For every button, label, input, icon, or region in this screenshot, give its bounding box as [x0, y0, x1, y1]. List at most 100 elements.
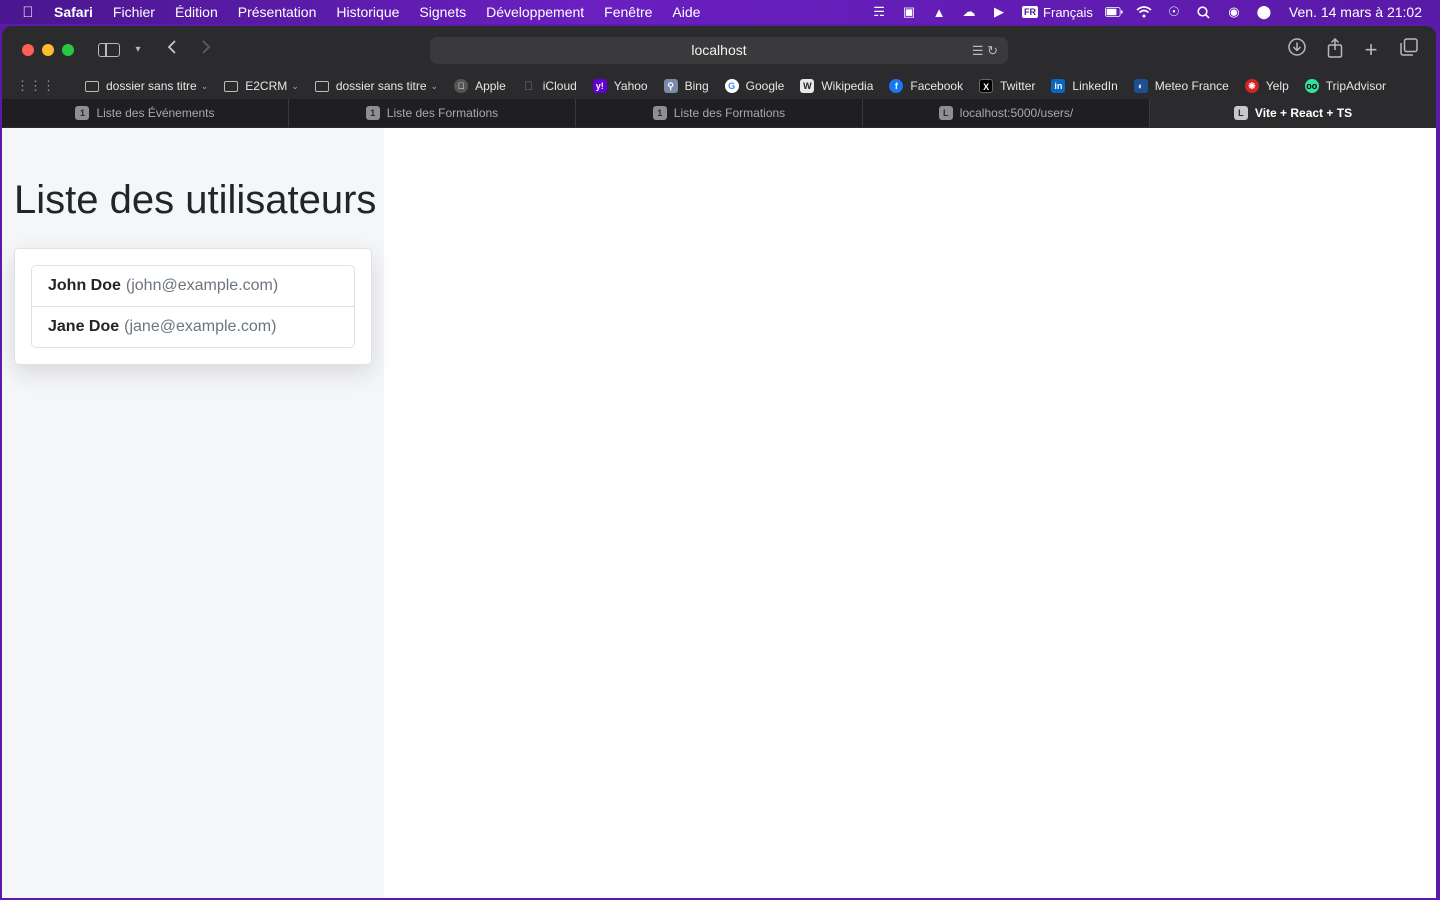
sidebar-toggle-icon[interactable] — [98, 43, 120, 57]
elephant-app-icon[interactable]: ▲ — [930, 5, 948, 20]
battery-icon[interactable] — [1104, 5, 1123, 19]
user-email: (john@example.com) — [125, 277, 279, 294]
address-bar-actions: ☰ ↻ — [972, 37, 998, 64]
facebook-icon: f — [889, 79, 904, 93]
bookmark-label: Twitter — [1000, 79, 1036, 93]
reload-icon[interactable]: ↻ — [987, 43, 998, 58]
notification-icon[interactable]: ▣ — [900, 4, 918, 19]
bookmark-bing[interactable]: ⚲ Bing — [663, 79, 709, 93]
wifi-icon[interactable] — [1135, 5, 1153, 19]
user-account-icon[interactable]: ☉ — [1165, 4, 1183, 19]
yahoo-icon: y! — [592, 79, 607, 93]
bookmark-folder[interactable]: dossier sans titre ⌄ — [85, 79, 208, 93]
bookmark-label: Yelp — [1265, 79, 1289, 93]
bookmark-twitter[interactable]: X Twitter — [979, 79, 1035, 93]
control-center-icon[interactable]: ◉ — [1225, 4, 1243, 19]
user-list-item: Jane Doe (jane@example.com) — [32, 306, 354, 347]
tab-liste-formations-2[interactable]: 1 Liste des Formations — [576, 99, 863, 127]
downloads-icon[interactable] — [1286, 38, 1308, 62]
favorites-bar: ⋮⋮⋮ dossier sans titre ⌄ E2CRM ⌄ dossier… — [2, 74, 1436, 98]
tab-favicon: L — [938, 106, 953, 120]
tripadvisor-icon: oo — [1304, 79, 1319, 93]
bookmark-yelp[interactable]: ❋ Yelp — [1244, 79, 1289, 93]
bookmark-label: Facebook — [910, 79, 964, 93]
menu-presentation[interactable]: Présentation — [238, 4, 317, 20]
user-name: Jane Doe — [48, 318, 120, 335]
translate-icon[interactable]: ☰ — [972, 43, 984, 58]
yelp-icon: ❋ — [1244, 79, 1259, 93]
back-button[interactable] — [162, 38, 182, 62]
menu-fenetre[interactable]: Fenêtre — [604, 4, 652, 20]
tab-favicon: 1 — [75, 106, 90, 120]
cloud-icon[interactable]: ☁ — [960, 4, 978, 19]
apple-icon:  — [454, 79, 469, 93]
forward-button[interactable] — [196, 38, 216, 62]
bookmark-wikipedia[interactable]: W Wikipedia — [800, 79, 873, 93]
close-window-button[interactable] — [22, 44, 34, 56]
address-text: localhost — [691, 42, 747, 58]
google-icon: G — [724, 79, 739, 93]
tab-localhost-users[interactable]: L localhost:5000/users/ — [863, 99, 1150, 127]
bookmark-folder[interactable]: dossier sans titre ⌄ — [314, 79, 439, 93]
menu-app-safari[interactable]: Safari — [54, 4, 93, 20]
meteo-france-icon: ◐ — [1133, 79, 1148, 93]
folder-icon — [224, 80, 239, 92]
tab-liste-formations[interactable]: 1 Liste des Formations — [289, 99, 576, 127]
tab-overview-icon[interactable] — [1398, 38, 1420, 62]
bookmark-linkedin[interactable]: in LinkedIn — [1051, 79, 1118, 93]
twitter-x-icon: X — [979, 79, 994, 93]
menu-edition[interactable]: Édition — [175, 4, 218, 20]
menu-fichier[interactable]: Fichier — [113, 4, 155, 20]
safari-window: ▾ localhost ☰ ↻ + ⋮⋮⋮ dossier sans titre… — [2, 26, 1436, 898]
menubar-clock[interactable]: Ven. 14 mars à 21:02 — [1289, 4, 1422, 20]
folder-icon — [85, 80, 99, 92]
menu-signets[interactable]: Signets — [419, 4, 466, 20]
input-language-menu[interactable]: FR Français — [1022, 5, 1093, 20]
bookmark-label: TripAdvisor — [1325, 79, 1386, 93]
bookmark-apple[interactable]:  Apple — [454, 79, 506, 93]
spotlight-search-icon[interactable] — [1195, 5, 1213, 19]
tab-vite-react-ts[interactable]: L Vite + React + TS — [1150, 99, 1436, 127]
language-label: Français — [1043, 4, 1093, 20]
tab-bar: 1 Liste des Événements 1 Liste des Forma… — [2, 99, 1436, 127]
share-icon[interactable] — [1324, 37, 1346, 62]
user-name: John Doe — [48, 277, 121, 294]
bookmark-label: LinkedIn — [1072, 79, 1118, 93]
minimize-window-button[interactable] — [42, 44, 54, 56]
web-page-content: Liste des utilisateurs John Doe (john@exa… — [2, 128, 1436, 898]
apps-grid-icon[interactable]: ⋮⋮⋮ — [16, 78, 55, 94]
tab-liste-evenements[interactable]: 1 Liste des Événements — [2, 99, 289, 127]
bing-icon: ⚲ — [663, 79, 678, 93]
bookmark-label: Google — [745, 79, 785, 93]
apple-menu-icon[interactable]:  — [18, 4, 38, 21]
menu-developpement[interactable]: Développement — [486, 4, 584, 20]
tab-groups-chevron-down-icon[interactable]: ▾ — [130, 38, 146, 62]
zoom-window-button[interactable] — [62, 44, 74, 56]
bookmark-label: iCloud — [542, 79, 577, 93]
user-email: (jane@example.com) — [124, 318, 277, 335]
siri-icon[interactable]: ⬤ — [1255, 4, 1273, 19]
menu-historique[interactable]: Historique — [336, 4, 399, 20]
address-bar[interactable]: localhost ☰ ↻ — [430, 37, 1008, 64]
bookmark-google[interactable]: G Google — [724, 79, 785, 93]
status-app-icon[interactable]: ☴ — [870, 4, 888, 19]
bookmark-yahoo[interactable]: y! Yahoo — [592, 79, 648, 93]
folder-icon — [314, 80, 329, 92]
new-tab-plus-icon[interactable]: + — [1360, 38, 1382, 62]
page-left-column: Liste des utilisateurs John Doe (john@exa… — [2, 128, 384, 898]
bookmark-folder[interactable]: E2CRM ⌄ — [224, 79, 299, 93]
users-card: John Doe (john@example.com) Jane Doe (jane… — [14, 248, 372, 365]
chevron-down-icon: ⌄ — [430, 80, 439, 91]
bookmark-icloud[interactable]:  iCloud — [522, 79, 577, 93]
tab-favicon: 1 — [365, 106, 380, 120]
menu-aide[interactable]: Aide — [672, 4, 700, 20]
bookmark-facebook[interactable]: f Facebook — [889, 79, 963, 93]
bookmark-tripadvisor[interactable]: oo TripAdvisor — [1304, 79, 1386, 93]
bookmark-meteo-france[interactable]: ◐ Meteo France — [1133, 79, 1229, 93]
tab-favicon: L — [1233, 106, 1248, 120]
browser-toolbar: ▾ localhost ☰ ↻ + — [2, 26, 1436, 74]
tab-label: Liste des Formations — [673, 106, 786, 120]
apple-icon:  — [522, 79, 536, 93]
play-circle-icon[interactable]: ▶ — [990, 4, 1008, 19]
chevron-down-icon: ⌄ — [291, 80, 299, 91]
